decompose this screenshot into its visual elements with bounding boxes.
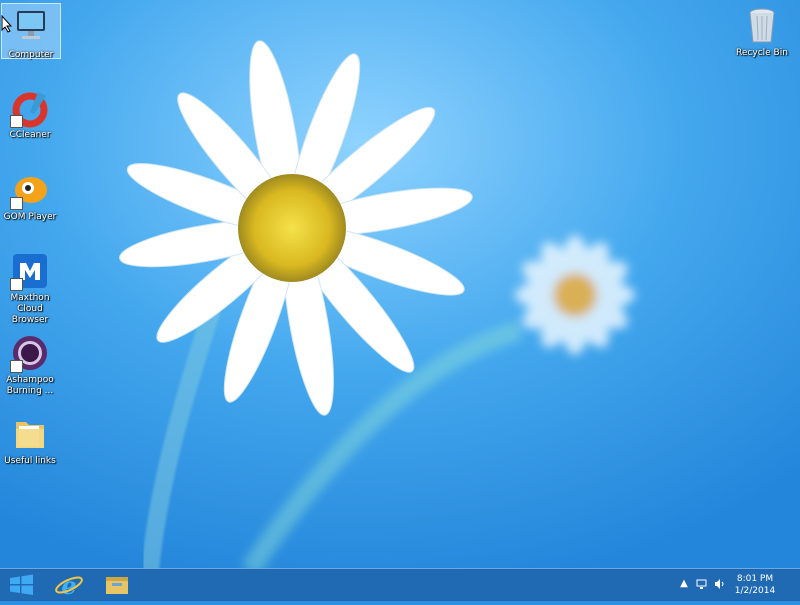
desktop-icon-label: Ashampoo Burning ... — [6, 375, 54, 396]
network-icon[interactable] — [696, 578, 708, 590]
internet-explorer-icon: e — [55, 571, 83, 600]
taskbar-internet-explorer-button[interactable]: e — [50, 569, 88, 601]
desktop-icon-gom-player[interactable]: GOM Player — [1, 166, 59, 223]
notification-area: ▲ — [676, 569, 736, 601]
desktop-icon-maxthon[interactable]: Maxthon Cloud Browser — [1, 247, 59, 326]
clock-time: 8:01 PM — [736, 574, 774, 584]
desktop-icon-ashampoo[interactable]: Ashampoo Burning ... — [1, 329, 59, 397]
start-icon — [10, 574, 33, 595]
mouse-cursor-icon — [1, 15, 13, 33]
desktop-icon-label: Recycle Bin — [736, 48, 788, 58]
gom-player-icon — [10, 170, 50, 210]
shortcut-arrow-icon — [10, 278, 23, 291]
taskbar-file-explorer-button[interactable] — [98, 569, 136, 601]
desktop-icon-recycle-bin[interactable]: Recycle Bin — [733, 2, 791, 59]
computer-icon — [11, 8, 51, 48]
shortcut-arrow-icon — [10, 115, 23, 128]
taskbar: e ▲ 8:01 PM 1/2/2014 — [0, 568, 800, 601]
folder-icon — [10, 414, 50, 454]
desktop-wallpaper — [0, 0, 800, 570]
shortcut-arrow-icon — [10, 197, 23, 210]
shortcut-arrow-icon — [10, 360, 23, 373]
start-button[interactable] — [2, 569, 40, 601]
ashampoo-icon — [10, 333, 50, 373]
ccleaner-icon — [10, 88, 50, 128]
clock-date: 1/2/2014 — [734, 586, 776, 596]
desktop-icon-label: Computer — [8, 50, 54, 60]
chevron-up-icon[interactable]: ▲ — [678, 578, 690, 590]
desktop-icon-ccleaner[interactable]: CCleaner — [1, 84, 59, 141]
svg-text:e: e — [61, 571, 76, 600]
desktop-icon-label: CCleaner — [9, 130, 51, 140]
desktop-icon-label: Useful links — [4, 456, 56, 466]
taskbar-clock[interactable]: 8:01 PM 1/2/2014 — [730, 573, 780, 597]
volume-icon[interactable] — [714, 578, 726, 590]
recycle-bin-icon — [742, 6, 782, 46]
desktop-icon-useful-links[interactable]: Useful links — [1, 410, 59, 467]
file-explorer-icon — [106, 577, 128, 594]
maxthon-icon — [10, 251, 50, 291]
desktop-icon-label: GOM Player — [3, 212, 57, 222]
desktop-icon-label: Maxthon Cloud Browser — [10, 293, 50, 325]
